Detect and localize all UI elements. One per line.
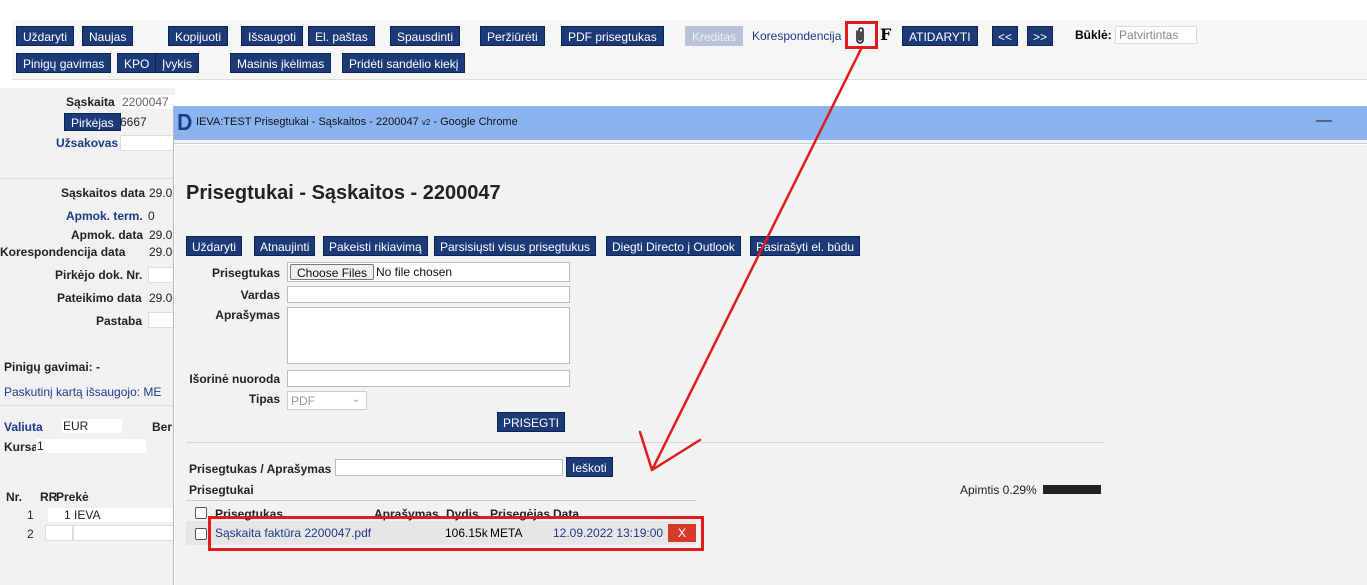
annotation-arrow: [638, 45, 864, 472]
